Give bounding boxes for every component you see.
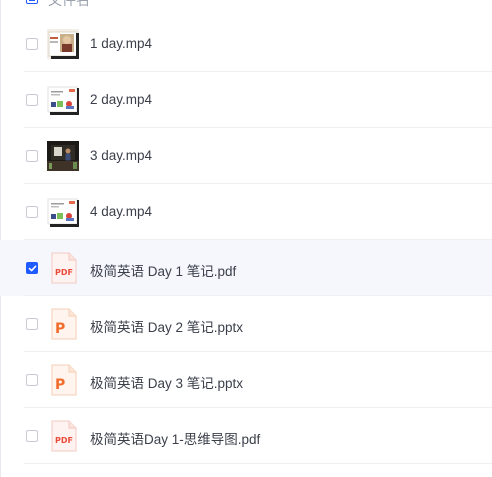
slide-video-thumbnail [47, 85, 79, 115]
row-checkbox[interactable] [26, 430, 38, 442]
classroom-video-thumbnail [47, 141, 79, 171]
portrait-video-thumbnail [47, 29, 79, 59]
file-name[interactable]: 极简英语 Day 2 笔记.pptx [90, 316, 243, 336]
pptx-file-icon: P [51, 364, 77, 396]
file-row[interactable]: P 极简英语 Day 2 笔记.pptx [0, 296, 492, 352]
row-checkbox[interactable] [26, 318, 38, 330]
pptx-icon-label: P [55, 377, 66, 393]
checkmark-icon [28, 265, 37, 272]
file-row[interactable]: 1 day.mp4 [0, 16, 492, 72]
file-row[interactable]: PDF 极简英语Day 1-思维导图.pdf [0, 408, 492, 464]
row-checkbox[interactable] [26, 38, 38, 50]
file-list-header: 文件名 ▾ [0, 0, 492, 8]
pptx-file-icon: P [51, 308, 77, 340]
pdf-file-icon: PDF [51, 252, 77, 284]
file-name[interactable]: 极简英语 Day 1 笔记.pdf [90, 260, 236, 280]
row-checkbox[interactable] [26, 262, 38, 274]
file-name[interactable]: 3 day.mp4 [90, 148, 152, 163]
file-name[interactable]: 2 day.mp4 [90, 92, 152, 107]
file-row[interactable]: 4 day.mp4 [0, 184, 492, 240]
pdf-file-icon: PDF [51, 420, 77, 452]
file-name[interactable]: 1 day.mp4 [90, 36, 152, 51]
row-checkbox[interactable] [26, 94, 38, 106]
file-row[interactable]: 2 day.mp4 [0, 72, 492, 128]
pdf-icon-label: PDF [55, 436, 73, 445]
file-row[interactable]: PDF 极简英语 Day 1 笔记.pdf [0, 240, 492, 296]
sort-caret-icon[interactable]: ▾ [96, 0, 101, 3]
column-header-filename[interactable]: 文件名 [48, 0, 90, 10]
row-checkbox[interactable] [26, 374, 38, 386]
row-checkbox[interactable] [26, 206, 38, 218]
pdf-icon-label: PDF [55, 268, 73, 277]
file-row[interactable]: P 极简英语 Day 3 笔记.pptx [0, 352, 492, 408]
slide-video-thumbnail [47, 197, 79, 227]
file-name[interactable]: 极简英语 Day 3 笔记.pptx [90, 372, 243, 392]
file-list: 1 day.mp4 2 day.mp4 3 day.mp4 4 day.mp4 … [0, 16, 492, 464]
file-row[interactable]: 3 day.mp4 [0, 128, 492, 184]
file-name[interactable]: 极简英语Day 1-思维导图.pdf [90, 428, 260, 448]
pptx-icon-label: P [55, 321, 66, 337]
row-checkbox[interactable] [26, 150, 38, 162]
select-all-checkbox[interactable] [26, 0, 38, 4]
file-name[interactable]: 4 day.mp4 [90, 204, 152, 219]
